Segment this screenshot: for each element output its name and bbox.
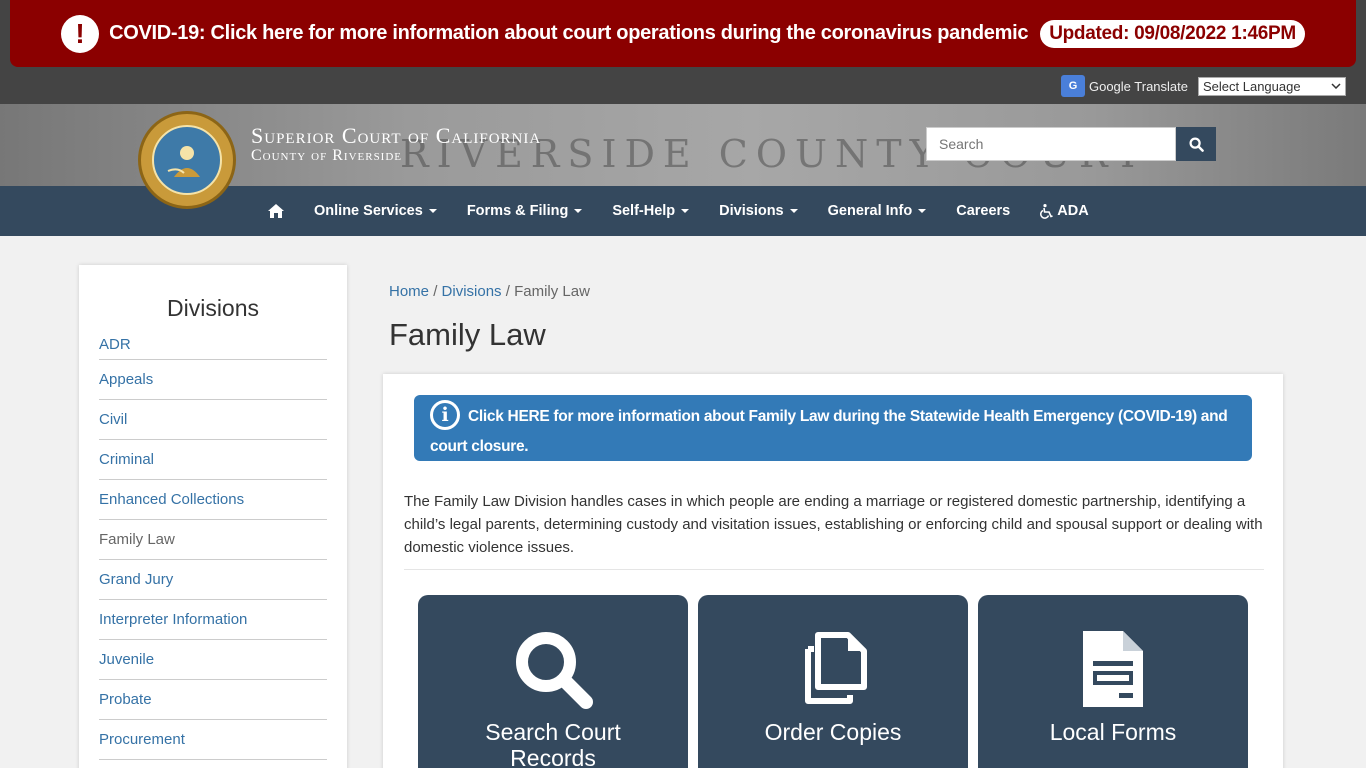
tile-search-court-records[interactable]: Search Court Records xyxy=(418,595,688,768)
page-title: Family Law xyxy=(389,317,546,352)
language-select[interactable]: Select Language xyxy=(1198,76,1346,96)
breadcrumb-separator: / xyxy=(505,283,515,300)
nav-online-services[interactable]: Online Services xyxy=(299,203,452,219)
google-translate-icon: G xyxy=(1060,75,1085,97)
breadcrumb: Home / Divisions / Family Law xyxy=(389,283,590,300)
nav-general-info[interactable]: General Info xyxy=(813,203,942,219)
sidebar-item-probate[interactable]: Probate xyxy=(99,680,327,720)
copy-icon xyxy=(698,629,968,709)
sidebar-item-procurement[interactable]: Procurement xyxy=(99,720,327,760)
nav-home[interactable] xyxy=(253,204,299,218)
sidebar-item-interpreter-information[interactable]: Interpreter Information xyxy=(99,600,327,640)
brand-subtitle: County of Riverside xyxy=(251,147,403,164)
seal-emblem-icon xyxy=(152,125,222,195)
caret-down-icon xyxy=(918,209,927,213)
court-seal-logo[interactable] xyxy=(138,111,236,209)
breadcrumb-current: Family Law xyxy=(514,283,590,300)
nav-general-info-label: General Info xyxy=(827,203,913,219)
search-icon xyxy=(1188,136,1204,152)
caret-down-icon xyxy=(789,209,798,213)
info-circle-icon: i xyxy=(430,400,460,430)
updated-badge: Updated: 09/08/2022 1:46PM xyxy=(1040,19,1305,48)
sidebar-item-grand-jury[interactable]: Grand Jury xyxy=(99,560,327,600)
nav-ada[interactable]: ADA xyxy=(1025,203,1103,219)
caret-down-icon xyxy=(681,209,690,213)
language-select-value: Select Language xyxy=(1203,78,1301,94)
chevron-down-icon xyxy=(1331,83,1341,89)
covid-info-text: Click HERE for more information about Fa… xyxy=(430,408,1228,455)
caret-down-icon xyxy=(574,209,583,213)
sidebar-item-juvenile[interactable]: Juvenile xyxy=(99,640,327,680)
sidebar-item-family-law[interactable]: Family Law xyxy=(99,520,327,560)
sidebar-item-adr[interactable]: ADR xyxy=(99,330,327,360)
google-translate-widget: G Google Translate Select Language xyxy=(1060,75,1346,97)
sidebar-item-appeals[interactable]: Appeals xyxy=(99,360,327,400)
content-panel: i Click HERE for more information about F… xyxy=(383,374,1283,768)
nav-ada-label: ADA xyxy=(1057,203,1089,219)
sidebar-item-criminal[interactable]: Criminal xyxy=(99,440,327,480)
home-icon xyxy=(268,204,284,218)
nav-forms-filing-label: Forms & Filing xyxy=(466,203,569,219)
sidebar-item-civil[interactable]: Civil xyxy=(99,400,327,440)
divider xyxy=(404,569,1264,570)
search-icon xyxy=(418,629,688,709)
tile-order-copies[interactable]: Order Copies xyxy=(698,595,968,768)
wheelchair-icon xyxy=(1040,203,1054,219)
sidebar-item-enhanced-collections[interactable]: Enhanced Collections xyxy=(99,480,327,520)
tile-label: Local Forms xyxy=(1049,719,1177,745)
tile-label: Order Copies xyxy=(764,719,902,745)
site-search xyxy=(926,127,1216,161)
sidebar-list: ADR Appeals Civil Criminal Enhanced Coll… xyxy=(99,330,327,760)
breadcrumb-home[interactable]: Home xyxy=(389,283,429,300)
sidebar-title: Divisions xyxy=(166,295,260,321)
nav-self-help-label: Self-Help xyxy=(612,203,676,219)
caret-down-icon xyxy=(428,209,437,213)
covid-info-alert[interactable]: i Click HERE for more information about F… xyxy=(414,395,1252,461)
quick-links: Search Court Records Order Copies Local … xyxy=(418,595,1248,768)
covid-alert-banner[interactable]: ! COVID-19: Click here for more informat… xyxy=(10,0,1356,67)
google-translate-label: Google Translate xyxy=(1088,78,1188,94)
brand-title: Superior Court of California xyxy=(251,123,542,148)
breadcrumb-separator: / xyxy=(433,283,442,300)
nav-forms-filing[interactable]: Forms & Filing xyxy=(452,203,598,219)
nav-careers-label: Careers xyxy=(956,203,1011,219)
covid-alert-link[interactable]: COVID-19: Click here for more informatio… xyxy=(109,22,1028,45)
search-input[interactable] xyxy=(926,127,1176,161)
tile-label: Search Court Records xyxy=(485,719,621,768)
search-button[interactable] xyxy=(1176,127,1216,161)
nav-divisions-label: Divisions xyxy=(719,203,784,219)
nav-self-help[interactable]: Self-Help xyxy=(597,203,704,219)
nav-divisions[interactable]: Divisions xyxy=(704,203,812,219)
nav-online-services-label: Online Services xyxy=(314,203,423,219)
breadcrumb-divisions[interactable]: Divisions xyxy=(442,283,502,300)
tile-local-forms[interactable]: Local Forms xyxy=(978,595,1248,768)
site-brand[interactable]: Superior Court of California County of R… xyxy=(251,124,541,164)
top-band: ! COVID-19: Click here for more informat… xyxy=(0,0,1366,104)
nav-careers[interactable]: Careers xyxy=(941,203,1025,219)
division-description: The Family Law Division handles cases in… xyxy=(404,493,1263,556)
divisions-sidebar: Divisions ADR Appeals Civil Criminal Enh… xyxy=(79,265,347,768)
document-icon xyxy=(978,629,1248,709)
exclamation-circle-icon: ! xyxy=(61,14,100,53)
